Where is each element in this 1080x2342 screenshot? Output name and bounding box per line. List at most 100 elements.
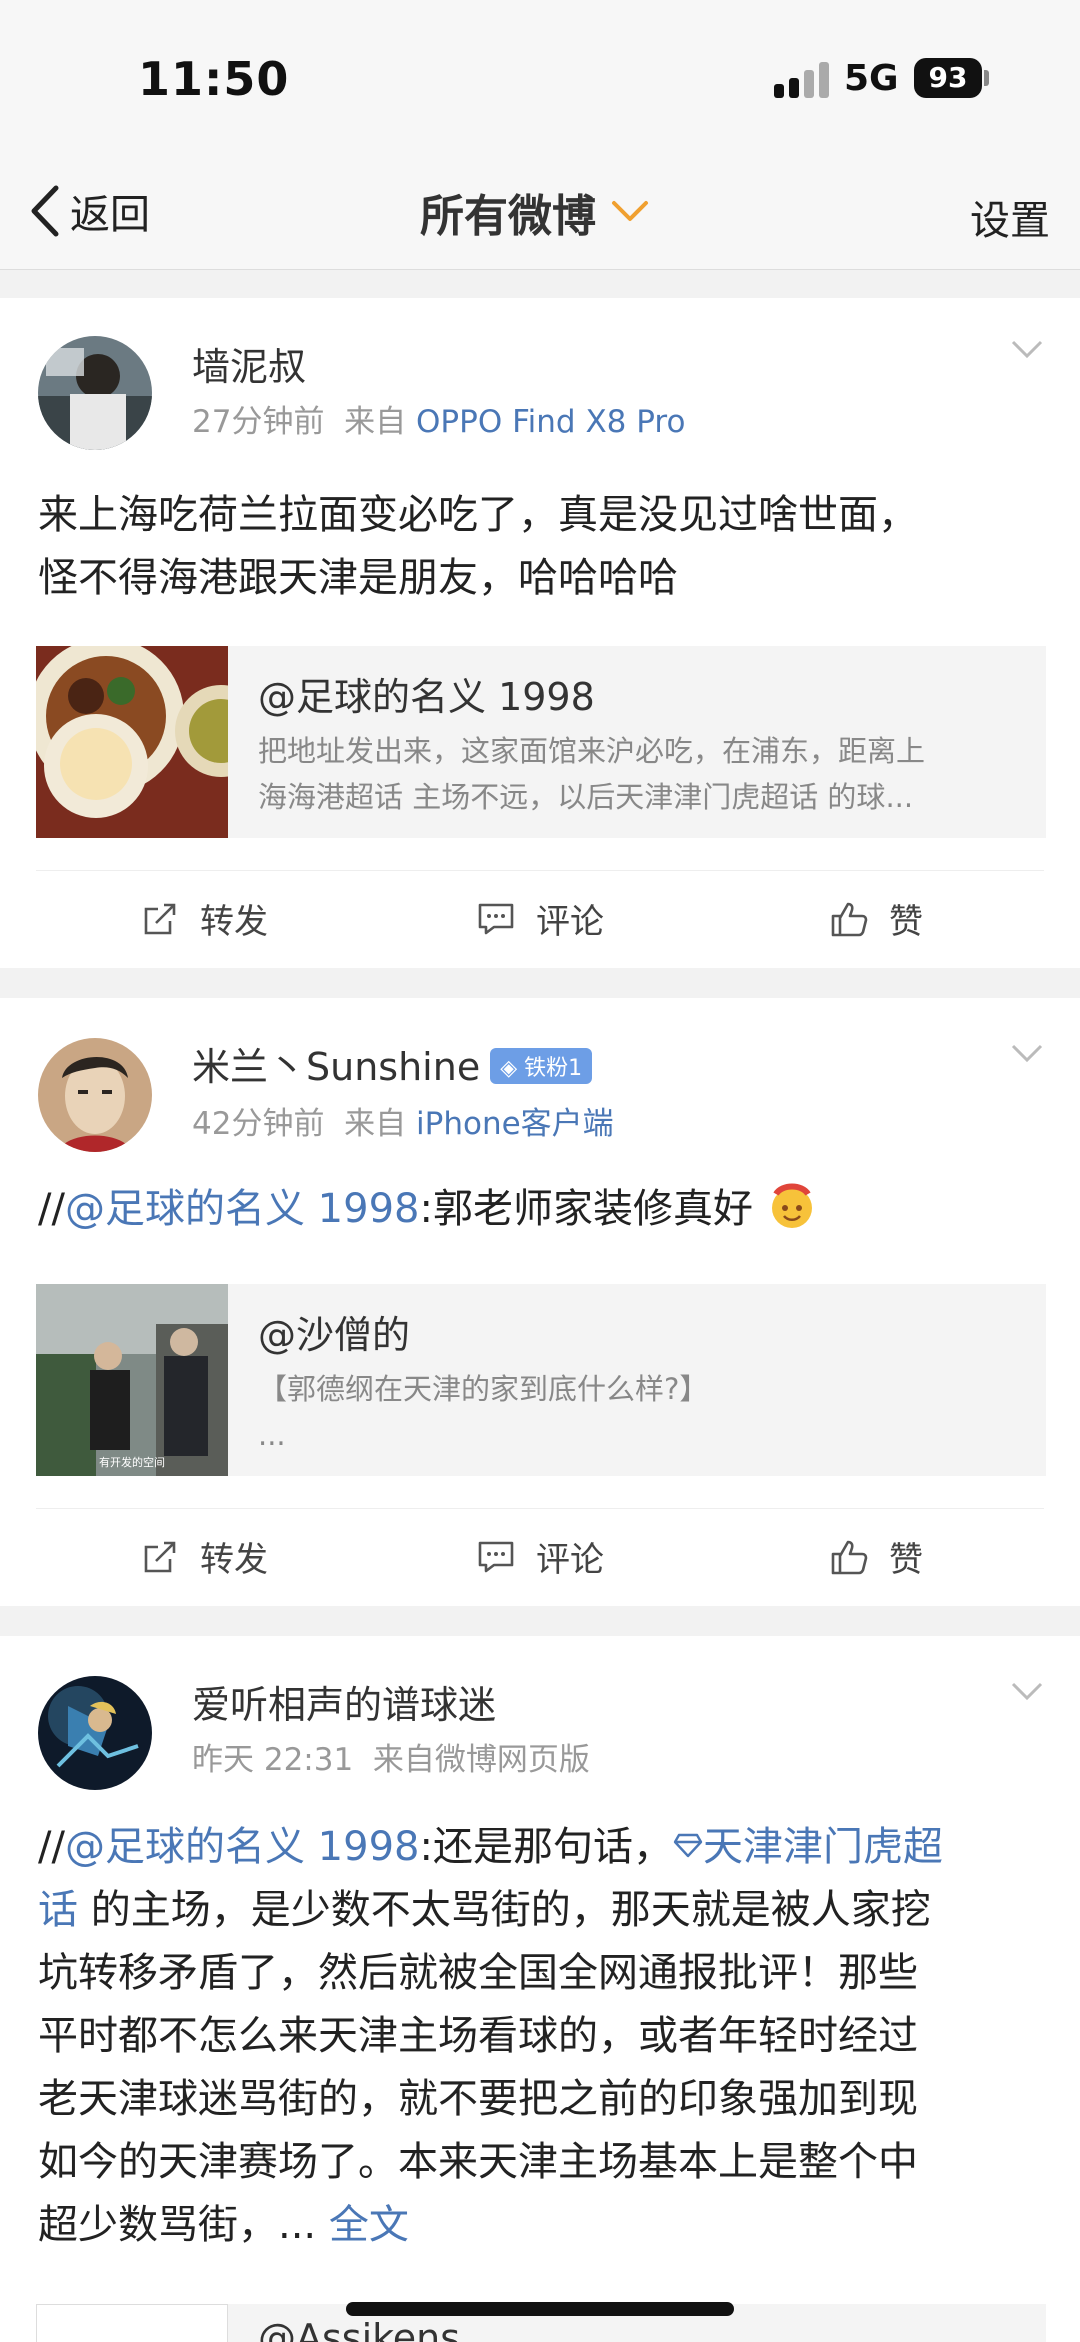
post-time: 27分钟前 bbox=[192, 404, 325, 440]
quoted-post[interactable]: @足球的名义 1998 把地址发出来，这家面馆来沪必吃，在浦东，距离上 海海港超… bbox=[36, 646, 1046, 838]
like-button[interactable]: 赞 bbox=[708, 871, 1044, 966]
post-source[interactable]: 微博网页版 bbox=[435, 1742, 590, 1778]
quoted-post[interactable]: 有开发的空间 @沙僧的 【郭德纲在天津的家到底什么样?】 ... bbox=[36, 1284, 1046, 1476]
quote-thumbnail: 有开发的空间 bbox=[36, 1284, 228, 1476]
post-text-line: 如今的天津赛场了。本来天津主场基本上是整个中 bbox=[38, 2139, 918, 2185]
username[interactable]: 爱听相声的谱球迷 bbox=[192, 1674, 496, 1729]
fan-badge: ◈ 铁粉1 bbox=[490, 1047, 593, 1084]
settings-button[interactable]: 设置 bbox=[970, 188, 1050, 246]
mention-link[interactable]: @足球的名义 1998 bbox=[65, 1186, 420, 1232]
post-text-line: 超少数骂街，... 全文 bbox=[38, 2194, 1044, 2257]
comment-button[interactable]: 评论 bbox=[372, 871, 708, 966]
post-meta: 42分钟前 来自 iPhone客户端 bbox=[192, 1098, 614, 1143]
comment-icon bbox=[478, 1541, 514, 1572]
post-actions: 转发 评论 赞 bbox=[36, 870, 1044, 966]
chevron-down-icon[interactable] bbox=[1010, 1680, 1044, 1702]
network-type: 5G bbox=[844, 58, 899, 99]
chevron-down-icon bbox=[612, 201, 648, 221]
source-prefix: 来自 bbox=[372, 1742, 435, 1778]
avatar[interactable] bbox=[38, 336, 152, 450]
repost-prefix: // bbox=[38, 1186, 65, 1232]
quote-text-line: 【郭德纲在天津的家到底什么样?】 bbox=[258, 1372, 709, 1406]
back-button[interactable]: 返回 bbox=[30, 182, 150, 240]
thumb-caption: 有开发的空间 bbox=[99, 1455, 165, 1469]
post-text: 来上海吃荷兰拉面变必吃了，真是没见过啥世面， 怪不得海港跟天津是朋友，哈哈哈哈 bbox=[38, 484, 1044, 610]
quote-text-line: ... bbox=[258, 1418, 286, 1452]
post-text-fragment: 超少数骂街，... bbox=[38, 2202, 329, 2248]
repost-button[interactable]: 转发 bbox=[36, 871, 372, 966]
battery-icon: 93 bbox=[914, 58, 982, 98]
repost-icon bbox=[144, 903, 176, 934]
like-button[interactable]: 赞 bbox=[708, 1509, 1044, 1604]
quote-author: @Assikens bbox=[258, 2316, 461, 2342]
battery-cap bbox=[984, 70, 989, 86]
avatar[interactable] bbox=[38, 1676, 152, 1790]
repost-label: 转发 bbox=[200, 1540, 268, 1580]
thumbs-up-icon bbox=[831, 902, 868, 936]
chevron-down-icon[interactable] bbox=[1010, 338, 1044, 360]
username-text: 米兰丶Sunshine bbox=[192, 1045, 481, 1089]
chevron-down-icon[interactable] bbox=[1010, 1042, 1044, 1064]
topic-link[interactable]: 天津津门虎超 bbox=[673, 1824, 943, 1870]
signal-icon bbox=[774, 62, 830, 98]
comment-button[interactable]: 评论 bbox=[372, 1509, 708, 1604]
post-source[interactable]: iPhone客户端 bbox=[416, 1106, 614, 1142]
post-text-line: 平时都不怎么来天津主场看球的，或者年轻时经过 bbox=[38, 2013, 918, 2059]
quote-text: 【郭德纲在天津的家到底什么样?】 ... bbox=[258, 1366, 1028, 1458]
post-card: 墙泥叔 27分钟前 来自 OPPO Find X8 Pro 来上海吃荷兰拉面变必… bbox=[0, 298, 1080, 968]
quote-thumbnail bbox=[36, 2304, 228, 2342]
post-text-line: //@足球的名义 1998:还是那句话， 天津津门虎超 bbox=[38, 1816, 1044, 1879]
post-source[interactable]: OPPO Find X8 Pro bbox=[416, 404, 685, 440]
like-label: 赞 bbox=[889, 1540, 923, 1580]
post-meta: 27分钟前 来自 OPPO Find X8 Pro bbox=[192, 396, 685, 441]
post-time: 42分钟前 bbox=[192, 1106, 325, 1142]
quote-text: 把地址发出来，这家面馆来沪必吃，在浦东，距离上 海海港超话 主场不远，以后天津津… bbox=[258, 728, 1028, 820]
fan-badge-label: 铁粉1 bbox=[524, 1055, 583, 1081]
source-prefix: 来自 bbox=[344, 1106, 407, 1142]
quote-author: @沙僧的 bbox=[258, 1313, 411, 1357]
feed-filter-dropdown[interactable]: 所有微博 bbox=[420, 180, 650, 244]
thumbs-up-icon bbox=[831, 1540, 868, 1574]
post-text-body: :郭老师家装修真好 bbox=[419, 1186, 753, 1232]
comment-icon bbox=[478, 903, 514, 934]
post-text-line: 话 的主场，是少数不太骂街的，那天就是被人家挖 bbox=[38, 1879, 1044, 1942]
post-card: 米兰丶Sunshine ◈ 铁粉1 42分钟前 来自 iPhone客户端 //@足… bbox=[0, 998, 1080, 1606]
post-meta: 昨天 22:31 来自微博网页版 bbox=[192, 1734, 590, 1779]
post-text: //@足球的名义 1998:还是那句话， 天津津门虎超 话 的主场，是少数不太骂街… bbox=[38, 1816, 1044, 2257]
repost-icon bbox=[144, 1541, 176, 1572]
post-text-line: 来上海吃荷兰拉面变必吃了，真是没见过啥世面， bbox=[38, 492, 918, 538]
chevron-left-icon bbox=[31, 185, 59, 237]
quote-text-line: 海海港超话 主场不远，以后天津津门虎超话 的球... bbox=[258, 780, 914, 814]
post-text: //@足球的名义 1998:郭老师家装修真好 bbox=[38, 1178, 1044, 1241]
username[interactable]: 米兰丶Sunshine ◈ 铁粉1 bbox=[192, 1036, 593, 1091]
diamond-icon bbox=[673, 1833, 703, 1858]
repost-button[interactable]: 转发 bbox=[36, 1509, 372, 1604]
page-title: 所有微博 bbox=[420, 191, 596, 242]
quote-text-line: 把地址发出来，这家面馆来沪必吃，在浦东，距离上 bbox=[258, 734, 926, 768]
avatar[interactable] bbox=[38, 1038, 152, 1152]
post-text-line: 老天津球迷骂街的，就不要把之前的印象强加到现 bbox=[38, 2076, 918, 2122]
comment-label: 评论 bbox=[536, 1540, 604, 1580]
battery-level: 93 bbox=[928, 61, 968, 94]
status-time: 11:50 bbox=[138, 52, 290, 106]
topic-link-cont[interactable]: 话 bbox=[38, 1887, 78, 1933]
like-label: 赞 bbox=[889, 902, 923, 942]
source-prefix: 来自 bbox=[344, 404, 407, 440]
username[interactable]: 墙泥叔 bbox=[192, 336, 306, 391]
full-text-link[interactable]: 全文 bbox=[329, 2202, 409, 2248]
emoji-icon bbox=[771, 1183, 812, 1228]
post-time: 昨天 22:31 bbox=[192, 1742, 354, 1778]
post-card: 爱听相声的谱球迷 昨天 22:31 来自微博网页版 //@足球的名义 1998:… bbox=[0, 1636, 1080, 2342]
post-text-fragment: 的主场，是少数不太骂街的，那天就是被人家挖 bbox=[78, 1887, 931, 1933]
post-text-line: 怪不得海港跟天津是朋友，哈哈哈哈 bbox=[38, 555, 678, 601]
topic-text: 天津津门虎超 bbox=[702, 1824, 943, 1870]
post-actions: 转发 评论 赞 bbox=[36, 1508, 1044, 1604]
quote-author: @足球的名义 1998 bbox=[258, 675, 595, 719]
home-indicator[interactable] bbox=[346, 2302, 734, 2316]
quote-thumbnail bbox=[36, 646, 228, 838]
repost-label: 转发 bbox=[200, 902, 268, 942]
comment-label: 评论 bbox=[536, 902, 604, 942]
post-text-fragment: :还是那句话， bbox=[419, 1824, 673, 1870]
back-label: 返回 bbox=[70, 192, 150, 238]
mention-link[interactable]: @足球的名义 1998 bbox=[65, 1824, 420, 1870]
